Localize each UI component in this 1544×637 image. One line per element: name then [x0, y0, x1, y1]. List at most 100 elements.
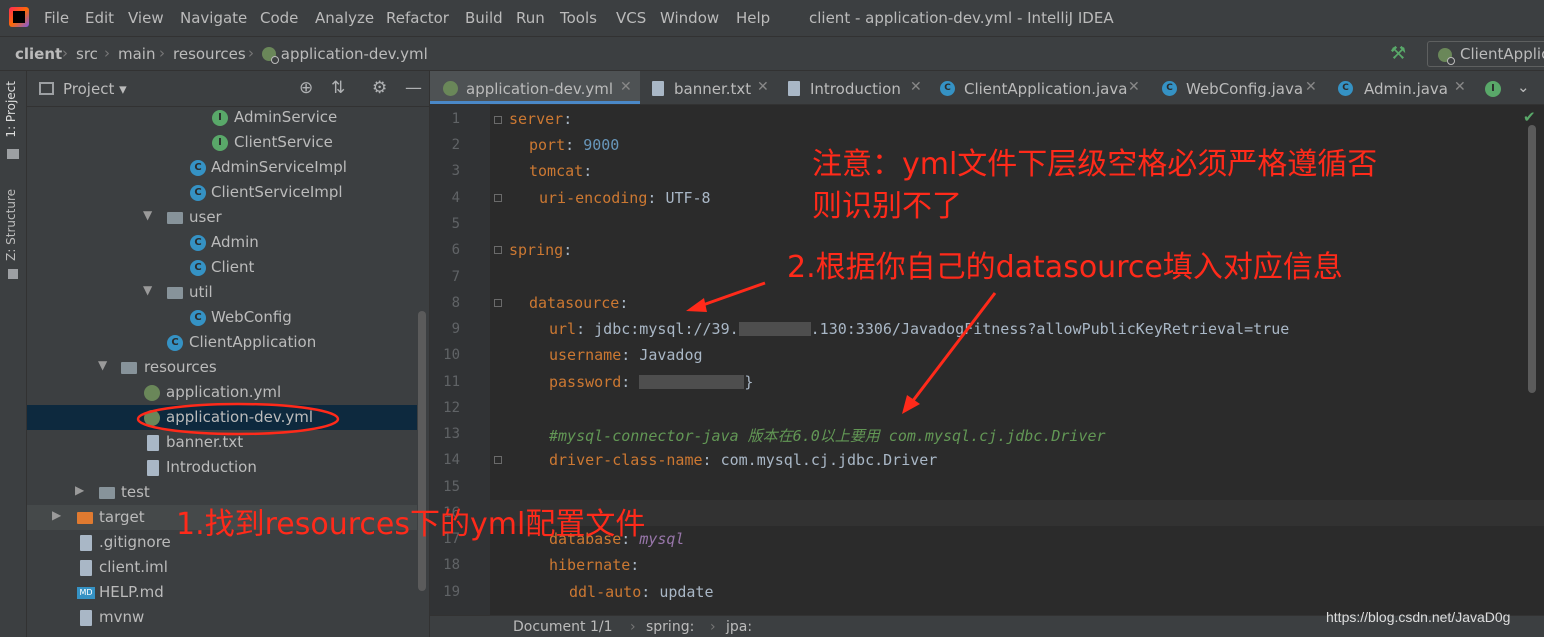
tab-application-dev-yml[interactable]: application-dev.yml ✕ [430, 71, 640, 104]
tree-item-clientapplication[interactable]: C ClientApplication [27, 330, 417, 355]
tree-item-adminservice[interactable]: I AdminService [27, 105, 417, 130]
code-line-1[interactable]: server: [509, 110, 572, 128]
tree-item-client[interactable]: C Client [27, 255, 417, 280]
tree-item-resources[interactable]: ▼ resources [27, 355, 417, 380]
tree-item-clientserviceimpl[interactable]: C ClientServiceImpl [27, 180, 417, 205]
tree-item-client-iml[interactable]: client.iml [27, 555, 417, 580]
collapsed-arrow-icon[interactable]: ▶ [75, 483, 84, 497]
fold-marker-icon[interactable] [494, 116, 502, 124]
hide-panel-icon[interactable]: — [405, 78, 422, 98]
breadcrumb-file[interactable]: application-dev.yml [262, 45, 428, 64]
locate-icon[interactable]: ⊕ [299, 78, 313, 98]
menu-refactor[interactable]: Refactor [386, 9, 449, 27]
tree-item-adminserviceimpl[interactable]: C AdminServiceImpl [27, 155, 417, 180]
editor-scrollbar[interactable] [1528, 125, 1536, 393]
expand-arrow-icon[interactable]: ▼ [143, 208, 152, 222]
inspection-ok-check-icon[interactable]: ✔ [1523, 108, 1536, 126]
breadcrumb-src[interactable]: src [76, 45, 98, 63]
yaml-breadcrumb-jpa[interactable]: jpa: [726, 619, 752, 635]
fold-marker-icon[interactable] [494, 194, 502, 202]
code-line-9[interactable]: url: jdbc:mysql://39. .130:3306/JavadogFi… [549, 320, 1289, 338]
tab-webconfig-java[interactable]: C WebConfig.java ✕ [1148, 71, 1324, 104]
close-icon[interactable]: ✕ [620, 79, 632, 95]
project-tool-button[interactable]: 1: Project [4, 81, 18, 138]
menu-navigate[interactable]: Navigate [180, 9, 247, 27]
yaml-value: update [659, 583, 714, 601]
code-line-18[interactable]: hibernate: [549, 556, 639, 574]
run-configuration-selector[interactable]: ClientApplic [1427, 41, 1544, 67]
menu-tools[interactable]: Tools [560, 9, 597, 27]
tab-label: Introduction [810, 80, 901, 98]
tree-item-user[interactable]: ▼ user [27, 205, 417, 230]
text-file-icon [147, 435, 159, 451]
close-icon[interactable]: ✕ [1305, 79, 1317, 95]
tree-item-application-yml[interactable]: application.yml [27, 380, 417, 405]
line-number: 9 [451, 321, 460, 337]
fold-marker-icon[interactable] [494, 456, 502, 464]
menu-window[interactable]: Window [660, 9, 719, 27]
menu-file[interactable]: File [44, 9, 69, 27]
code-line-13[interactable]: #mysql-connector-java 版本在6.0以上要用 com.mys… [549, 425, 1106, 446]
collapse-all-icon[interactable]: ⇅ [331, 78, 345, 98]
breadcrumb-main[interactable]: main [118, 45, 155, 63]
document-indicator[interactable]: Document 1/1 [513, 619, 613, 635]
breadcrumb-resources[interactable]: resources [173, 45, 246, 63]
code-line-19[interactable]: ddl-auto: update [569, 583, 714, 601]
yaml-breadcrumb-spring[interactable]: spring: [646, 619, 694, 635]
menu-run[interactable]: Run [516, 9, 545, 27]
breadcrumb-client[interactable]: client [15, 45, 62, 63]
close-icon[interactable]: ✕ [757, 79, 769, 95]
interface-icon[interactable]: I [1485, 81, 1501, 97]
expand-arrow-icon[interactable]: ▼ [143, 283, 152, 297]
tab-list-chevron-down-icon[interactable]: ⌄ [1517, 78, 1530, 96]
class-icon: C [1162, 81, 1177, 96]
yaml-value: .130:3306/JavadogFitness?allowPublicKeyR… [810, 320, 1290, 338]
code-line-8[interactable]: datasource: [529, 294, 628, 312]
menu-edit[interactable]: Edit [85, 9, 114, 27]
yaml-value: Javadog [639, 346, 703, 364]
tree-item-clientservice[interactable]: I ClientService [27, 130, 417, 155]
tree-item-help-md[interactable]: MD HELP.md [27, 580, 417, 605]
gear-icon[interactable]: ⚙ [372, 78, 387, 98]
tree-item-banner-txt[interactable]: banner.txt [27, 430, 417, 455]
code-line-3[interactable]: tomcat: [529, 162, 592, 180]
menu-code[interactable]: Code [260, 9, 298, 27]
close-icon[interactable]: ✕ [910, 79, 922, 95]
tab-introduction[interactable]: Introduction ✕ [776, 71, 928, 104]
menu-view[interactable]: View [128, 9, 164, 27]
project-scrollbar[interactable] [418, 311, 426, 591]
tree-item-util[interactable]: ▼ util [27, 280, 417, 305]
close-icon[interactable]: ✕ [1128, 79, 1140, 95]
code-line-11[interactable]: password: } [549, 373, 753, 391]
structure-tool-button[interactable]: Z: Structure [4, 189, 18, 261]
close-icon[interactable]: ✕ [1454, 79, 1466, 95]
left-tool-strip: 1: Project Z: Structure [0, 71, 27, 637]
code-line-6[interactable]: spring: [509, 241, 572, 259]
tab-clientapplication-java[interactable]: C ClientApplication.java ✕ [928, 71, 1148, 104]
code-line-14[interactable]: driver-class-name: com.mysql.cj.jdbc.Dri… [549, 451, 937, 469]
tree-item-introduction[interactable]: Introduction [27, 455, 417, 480]
yml-icon [443, 81, 458, 96]
redacted-ip-block [738, 322, 811, 336]
fold-marker-icon[interactable] [494, 246, 502, 254]
fold-marker-icon[interactable] [494, 299, 502, 307]
tab-banner-txt[interactable]: banner.txt ✕ [640, 71, 776, 104]
tree-item-webconfig[interactable]: C WebConfig [27, 305, 417, 330]
project-panel-title[interactable]: Project ▾ [63, 80, 127, 98]
build-hammer-icon[interactable]: ⚒ [1390, 43, 1406, 64]
markdown-icon: MD [77, 587, 95, 599]
menu-vcs[interactable]: VCS [616, 9, 646, 27]
tree-item-admin[interactable]: C Admin [27, 230, 417, 255]
menu-analyze[interactable]: Analyze [315, 9, 374, 27]
expand-arrow-icon[interactable]: ▼ [98, 358, 107, 372]
tree-item-mvnw[interactable]: mvnw [27, 605, 417, 630]
code-line-4[interactable]: uri-encoding: UTF-8 [539, 189, 711, 207]
menu-build[interactable]: Build [465, 9, 503, 27]
code-line-2[interactable]: port: 9000 [529, 136, 619, 154]
menu-help[interactable]: Help [736, 9, 770, 27]
tree-item-application-dev-yml[interactable]: application-dev.yml [27, 405, 417, 430]
code-line-10[interactable]: username: Javadog [549, 346, 703, 364]
tab-admin-java[interactable]: C Admin.java ✕ [1324, 71, 1474, 104]
collapsed-arrow-icon[interactable]: ▶ [52, 508, 61, 522]
tree-item-label: target [99, 508, 145, 526]
